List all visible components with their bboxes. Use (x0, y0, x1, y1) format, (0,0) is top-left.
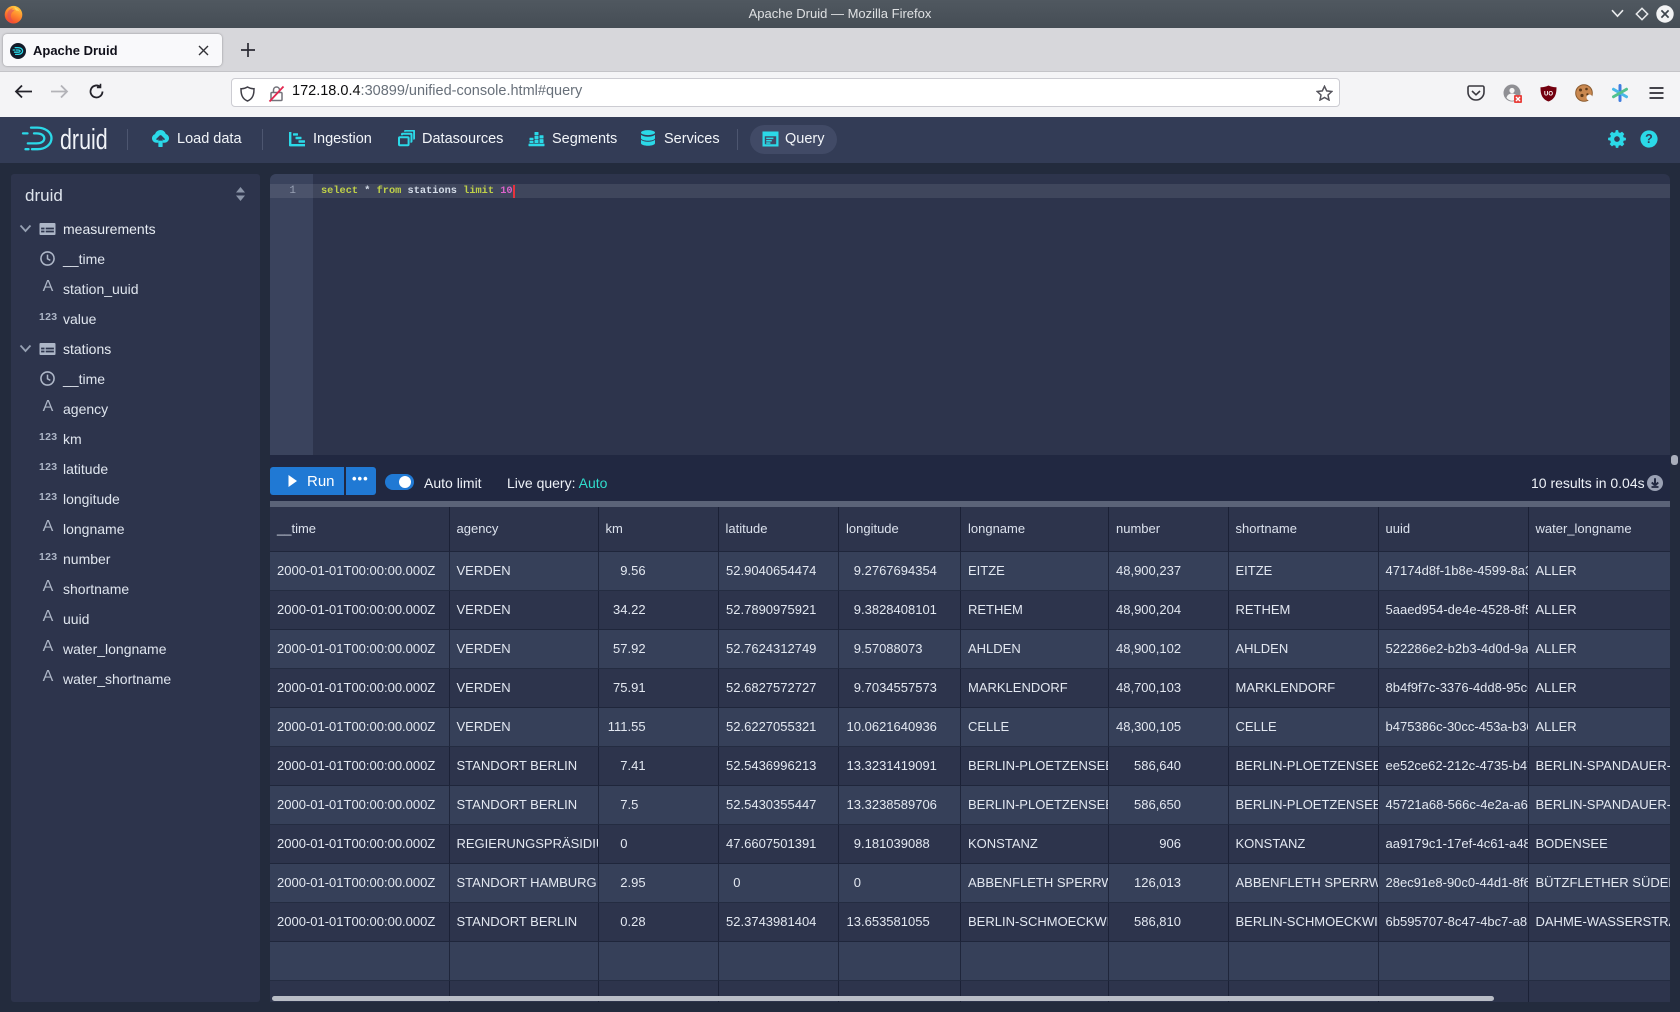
svg-text:?: ? (1645, 132, 1653, 146)
svg-text:UO: UO (1544, 92, 1553, 98)
